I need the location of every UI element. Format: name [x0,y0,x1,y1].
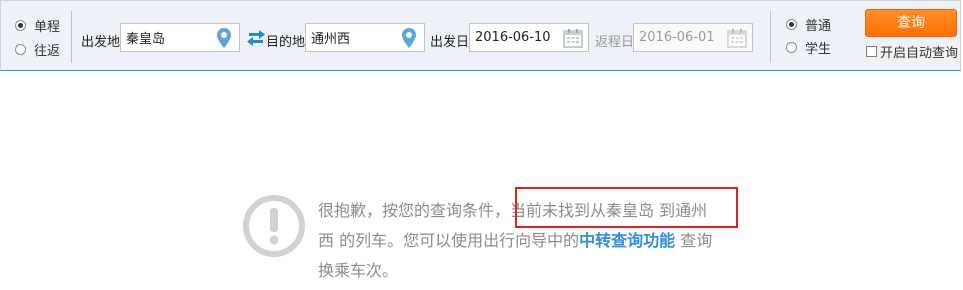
auto-query-checkbox[interactable] [866,46,877,57]
query-button[interactable]: 查询 [865,9,957,37]
round-trip-label: 往返 [34,43,61,59]
adult-label: 普通 [805,18,832,34]
highlight-annotation-box [515,187,738,228]
message-line-1-prefix: 很抱歉，按您的查询条件， [318,201,511,220]
auto-query-option[interactable]: 开启自动查询 [866,42,958,61]
from-station-value: 秦皇岛 [126,32,166,47]
calendar-icon[interactable] [563,27,583,49]
message-line-2: 西 的列车。您可以使用出行向导中的中转查询功能 查询 [318,226,748,256]
search-bar: 单程 往返 出发地 秦皇岛 目的地 通州西 出发日 2016-06-10 返程日… [0,0,961,71]
location-pin-icon[interactable] [399,27,419,49]
depart-date-label: 出发日 [430,35,470,50]
auto-query-label: 开启自动查询 [880,46,959,61]
trip-type-one-way[interactable]: 单程 [15,16,61,35]
transfer-query-link[interactable]: 中转查询功能 [579,231,675,250]
exclamation-circle-icon [241,193,307,259]
divider [71,11,72,63]
swap-arrows-icon[interactable] [247,30,265,46]
return-date-value: 2016-06-01 [639,30,715,45]
return-date-input[interactable]: 2016-06-01 [633,23,753,52]
message-line-2-prefix: 西 的列车。您可以使用出行向导中的 [318,231,580,250]
trip-type-round-trip[interactable]: 往返 [15,40,61,59]
from-station-input[interactable]: 秦皇岛 [120,23,240,52]
calendar-icon[interactable] [727,27,747,49]
passenger-type-adult[interactable]: 普通 [786,15,832,34]
from-label: 出发地 [81,35,121,50]
to-station-input[interactable]: 通州西 [305,23,425,52]
divider [770,11,771,63]
student-radio[interactable] [786,41,797,53]
depart-date-value: 2016-06-10 [475,30,551,45]
adult-radio[interactable] [786,18,797,30]
message-line-3: 换乘车次。 [318,261,399,280]
passenger-type-student[interactable]: 学生 [786,38,832,57]
round-trip-radio[interactable] [15,43,26,55]
to-label: 目的地 [266,35,306,50]
one-way-radio[interactable] [15,19,26,31]
one-way-label: 单程 [34,19,61,35]
depart-date-input[interactable]: 2016-06-10 [469,23,589,52]
student-label: 学生 [805,41,832,57]
return-date-label: 返程日 [595,35,635,50]
location-pin-icon[interactable] [214,27,234,49]
to-station-value: 通州西 [311,32,351,47]
message-line-2-suffix: 查询 [675,231,713,250]
